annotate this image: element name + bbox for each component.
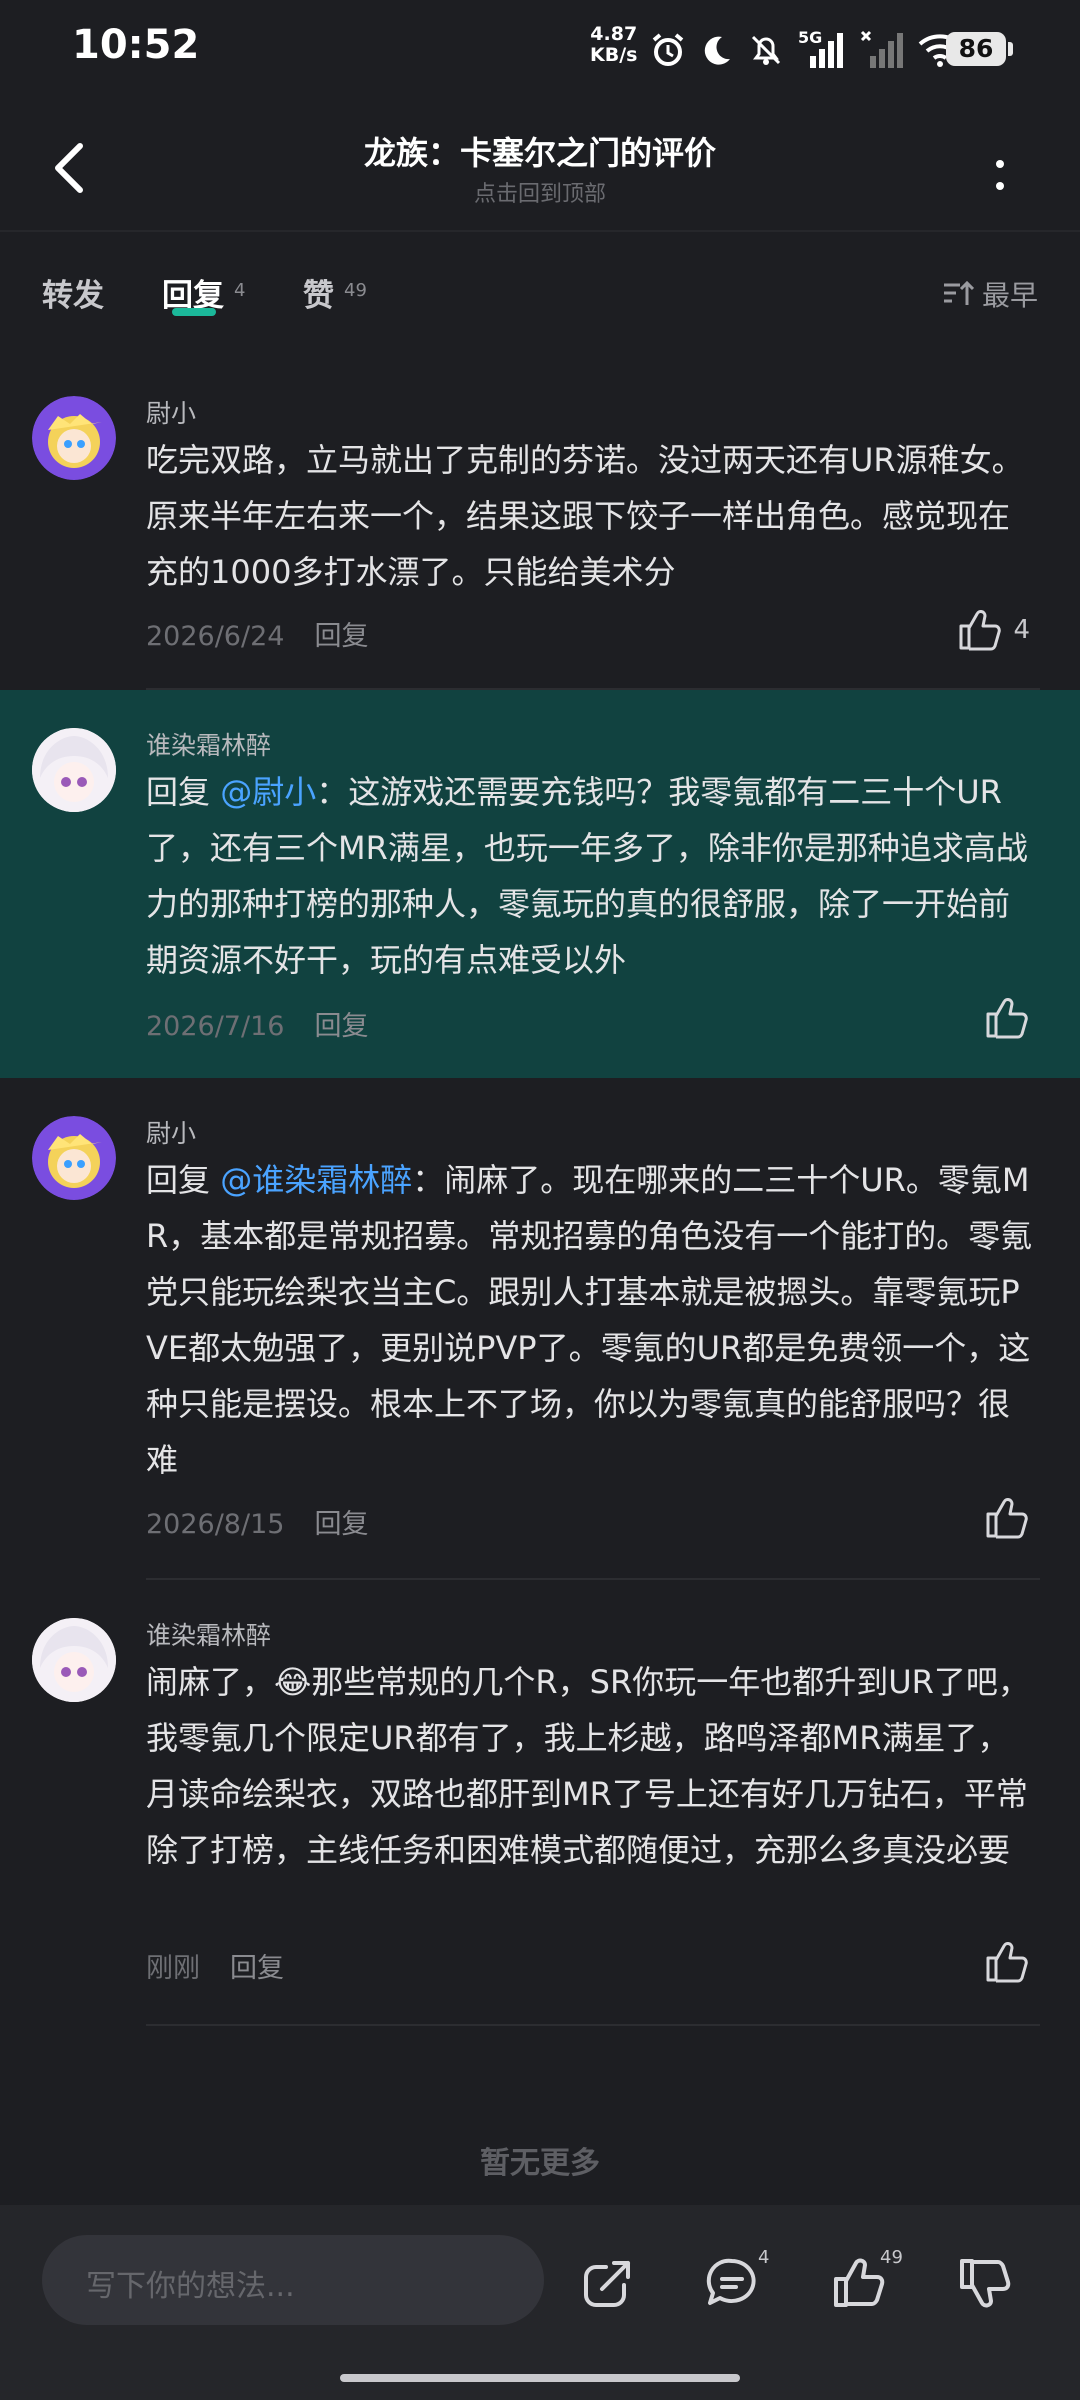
comment-text: 闹麻了，😂那些常规的几个R，SR你玩一年也都升到UR了吧，我零氪几个限定UR都有… [146, 1654, 1041, 1878]
tab-reply-count: 4 [234, 280, 246, 301]
avatar[interactable] [32, 728, 116, 812]
comment-input[interactable]: 写下你的想法... [42, 2235, 544, 2325]
comment-meta: 2026/7/16 回复 [146, 1004, 368, 1043]
comment-body-start: 闹麻了， [146, 1663, 275, 1701]
comment-date: 2026/7/16 [146, 1011, 285, 1042]
share-icon[interactable] [580, 2255, 636, 2311]
like-button[interactable] [984, 1496, 1030, 1540]
comment-text: 回复 @尉小：这游戏还需要充钱吗？我零氪都有二三十个UR了，还有三个MR满星，也… [146, 764, 1041, 988]
comment-icon[interactable] [704, 2255, 760, 2311]
sort-toggle[interactable]: 最早 [942, 274, 1038, 314]
battery-cap [1008, 42, 1013, 56]
like-button[interactable] [984, 1940, 1030, 1984]
comment-date: 2026/6/24 [146, 621, 285, 652]
thumb-down-icon[interactable] [956, 2255, 1012, 2311]
comment-author[interactable]: 尉小 [146, 1114, 196, 1150]
thumb-up-icon [986, 1498, 1028, 1539]
tab-like[interactable]: 赞 49 [303, 270, 367, 315]
header-divider [0, 230, 1080, 232]
page-title[interactable]: 龙族：卡塞尔之门的评价 [0, 128, 1080, 174]
status-icons: 5G [650, 22, 962, 78]
comment-text: 吃完双路，立马就出了克制的芬诺。没过两天还有UR源稚女。原来半年左右来一个，结果… [146, 441, 1024, 591]
avatar[interactable] [32, 1618, 116, 1702]
status-time: 10:52 [72, 22, 200, 68]
tab-like-count: 49 [344, 280, 367, 301]
thumb-up-icon[interactable] [830, 2255, 886, 2311]
home-indicator[interactable] [340, 2374, 740, 2382]
signal-5g: 5G [798, 28, 844, 70]
thumb-up-icon [986, 998, 1028, 1039]
comment-meta: 2026/6/24 回复 [146, 614, 368, 653]
scroll-to-top-hint[interactable]: 点击回到顶部 [0, 176, 1080, 208]
comment-author[interactable]: 谁染霜林醉 [146, 1616, 271, 1652]
sort-icon [943, 280, 974, 305]
comment-item: 尉小 吃完双路，立马就出了克制的芬诺。没过两天还有UR源稚女。原来半年左右来一个… [0, 378, 1080, 690]
like-count: 4 [1013, 615, 1030, 645]
bell-off-icon [751, 35, 781, 65]
reply-prefix: 回复 [146, 1161, 221, 1199]
comment-date: 2026/8/15 [146, 1509, 285, 1540]
comment-count: 4 [758, 2247, 770, 2268]
status-bar: 10:52 4.87 KB/s 5G 86 [0, 0, 1080, 100]
reply-prefix: 回复 [146, 773, 221, 811]
comment-author[interactable]: 谁染霜林醉 [146, 726, 271, 762]
moon-icon [704, 36, 730, 65]
avatar[interactable] [32, 1116, 116, 1200]
battery-level: 86 [946, 32, 1006, 66]
alarm-icon [652, 33, 684, 66]
laughing-emoji: 😂 [274, 1663, 312, 1701]
comment-text: 回复 @谁染霜林醉：闹麻了。现在哪来的二三十个UR。零氪MR，基本都是常规招募。… [146, 1152, 1041, 1488]
reply-button[interactable]: 回复 [314, 1509, 368, 1540]
network-speed: 4.87 KB/s [590, 24, 637, 66]
tab-bar: 转发 回复 4 赞 49 最早 [0, 262, 1080, 322]
reply-button[interactable]: 回复 [314, 621, 368, 652]
network-speed-unit: KB/s [590, 44, 638, 66]
tab-forward[interactable]: 转发 [42, 270, 104, 315]
comment-meta: 刚刚 回复 [146, 1946, 284, 1985]
signal-empty-icon [860, 30, 903, 68]
reply-button[interactable]: 回复 [230, 1953, 284, 1984]
comment-item-highlighted: 谁染霜林醉 回复 @尉小：这游戏还需要充钱吗？我零氪都有二三十个UR了，还有三个… [0, 690, 1080, 1078]
like-button[interactable] [984, 996, 1030, 1040]
like-button[interactable]: 4 [957, 608, 1030, 652]
mention-link[interactable]: @谁染霜林醉 [220, 1161, 412, 1199]
thumb-up-icon [959, 610, 1002, 651]
mention-link[interactable]: @尉小 [220, 773, 316, 811]
comment-author[interactable]: 尉小 [146, 394, 196, 430]
comment-divider [146, 2024, 1040, 2026]
tab-forward-label: 转发 [42, 278, 104, 314]
bottom-action-bar: 写下你的想法... 4 49 [0, 2205, 1080, 2400]
top-header: 龙族：卡塞尔之门的评价 点击回到顶部 [0, 110, 1080, 230]
like-count: 49 [880, 2247, 903, 2268]
more-vertical-icon[interactable] [990, 150, 1010, 200]
sort-label: 最早 [981, 279, 1038, 312]
comment-item: 尉小 回复 @谁染霜林醉：闹麻了。现在哪来的二三十个UR。零氪MR，基本都是常规… [0, 1078, 1080, 1580]
comment-body: ：闹麻了。现在哪来的二三十个UR。零氪MR，基本都是常规招募。常规招募的角色没有… [146, 1161, 1033, 1479]
avatar[interactable] [32, 396, 116, 480]
signal-icon [810, 33, 843, 68]
comment-meta: 2026/8/15 回复 [146, 1502, 368, 1541]
comment-item: 谁染霜林醉 闹麻了，😂那些常规的几个R，SR你玩一年也都升到UR了吧，我零氪几个… [0, 1580, 1080, 2026]
reply-button[interactable]: 回复 [314, 1011, 368, 1042]
no-more-label: 暂无更多 [480, 2146, 600, 2181]
comment-input-placeholder: 写下你的想法... [86, 2269, 295, 2304]
thumb-up-icon [986, 1942, 1028, 1983]
tab-like-label: 赞 [303, 278, 334, 314]
tab-active-indicator [172, 308, 216, 316]
network-speed-value: 4.87 [590, 23, 638, 45]
comment-date: 刚刚 [146, 1953, 200, 1984]
